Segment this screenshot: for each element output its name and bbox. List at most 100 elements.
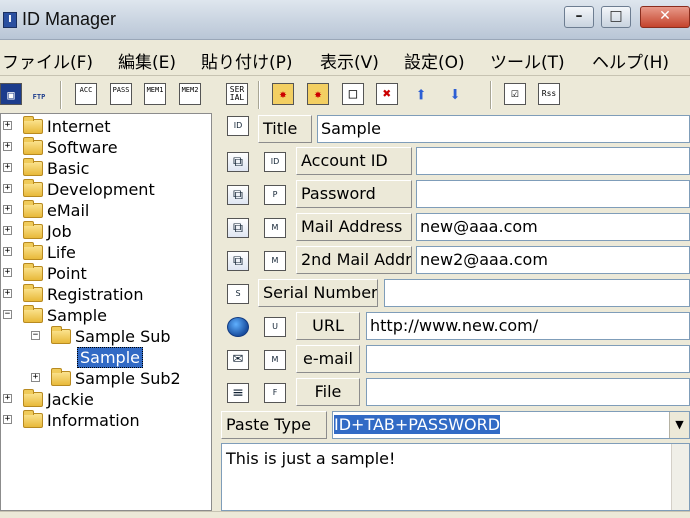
serial-icon[interactable]: SER IAL: [226, 83, 248, 105]
copy-password-icon[interactable]: ⧉: [227, 185, 249, 205]
title-label-button[interactable]: Title: [258, 115, 312, 143]
expand-icon[interactable]: +: [3, 121, 12, 130]
paste-type-select[interactable]: ID+TAB+PASSWORD ▼: [332, 411, 690, 439]
tree-item-sample-sub2[interactable]: + Sample Sub2: [31, 368, 211, 389]
menu-file[interactable]: ファイル(F): [2, 48, 93, 73]
memo-scrollbar[interactable]: [671, 444, 689, 510]
tree-item-point[interactable]: + Point: [3, 263, 211, 284]
expand-icon[interactable]: +: [3, 268, 12, 277]
menu-view[interactable]: 表示(V): [320, 48, 379, 73]
password-label-button[interactable]: Password: [296, 180, 412, 208]
folder-tree[interactable]: + Internet + Software + Basic + Developm…: [0, 113, 212, 511]
expand-icon[interactable]: +: [3, 184, 12, 193]
folder-icon: [23, 137, 43, 155]
tree-item-life[interactable]: + Life: [3, 242, 211, 263]
expand-icon[interactable]: +: [3, 142, 12, 151]
tree-item-basic[interactable]: + Basic: [3, 158, 211, 179]
tree-item-software[interactable]: + Software: [3, 137, 211, 158]
expand-icon[interactable]: +: [3, 394, 12, 403]
mail-icon[interactable]: ✉: [227, 350, 249, 370]
file-label-button[interactable]: File: [296, 378, 360, 406]
menu-paste[interactable]: 貼り付け(P): [201, 48, 293, 73]
copy-second-mail-icon[interactable]: ⧉: [227, 251, 249, 271]
tree-item-label: eMail: [47, 201, 90, 220]
account-id-input[interactable]: [416, 147, 690, 175]
new-folder-icon[interactable]: ✸: [272, 83, 294, 105]
tree-item-sample-sub[interactable]: − Sample Sub: [31, 326, 211, 347]
delete-icon[interactable]: ✖: [376, 83, 398, 105]
expand-icon[interactable]: +: [3, 415, 12, 424]
serial-number-label-button[interactable]: Serial Number: [258, 279, 378, 307]
password-input[interactable]: [416, 180, 690, 208]
url-input[interactable]: http://www.new.com/: [366, 312, 690, 340]
close-button[interactable]: ✕: [640, 6, 690, 28]
menu-tools[interactable]: ツール(T): [490, 48, 565, 73]
pass-icon[interactable]: PASS: [110, 83, 132, 105]
tree-item-registration[interactable]: + Registration: [3, 284, 211, 305]
expand-icon[interactable]: +: [3, 289, 12, 298]
second-mail-input[interactable]: new2@aaa.com: [416, 246, 690, 274]
move-up-icon[interactable]: ⬆: [410, 83, 432, 105]
move-down-icon[interactable]: ⬇: [444, 83, 466, 105]
expand-icon[interactable]: +: [3, 163, 12, 172]
account-id-label-button[interactable]: Account ID: [296, 147, 412, 175]
mail-address-input[interactable]: new@aaa.com: [416, 213, 690, 241]
email-field-icon: M: [264, 350, 286, 370]
tree-item-sample[interactable]: − Sample: [3, 305, 211, 326]
globe-icon[interactable]: [227, 317, 249, 337]
collapse-icon[interactable]: −: [31, 331, 40, 340]
tree-item-label: Life: [47, 243, 76, 262]
expand-icon[interactable]: +: [3, 226, 12, 235]
folder-icon: [23, 389, 43, 407]
mail-address-label-button[interactable]: Mail Address: [296, 213, 412, 241]
second-mail-label-button[interactable]: 2nd Mail Address: [296, 246, 412, 274]
title-bar: I ID Manager – □ ✕: [0, 0, 690, 40]
menu-help[interactable]: ヘルプ(H): [592, 48, 669, 73]
menu-edit[interactable]: 編集(E): [118, 48, 176, 73]
tree-item-email[interactable]: + eMail: [3, 200, 211, 221]
copy-mail-address-icon[interactable]: ⧉: [227, 218, 249, 238]
tree-item-jackie[interactable]: + Jackie: [3, 389, 211, 410]
tree-item-label: Job: [47, 222, 72, 241]
folder-icon: [23, 158, 43, 176]
collapse-icon[interactable]: −: [3, 310, 12, 319]
tree-item-label: Sample Sub2: [75, 369, 181, 388]
maximize-button[interactable]: □: [601, 6, 631, 28]
new-item-icon[interactable]: □: [342, 83, 364, 105]
tree-item-sample-leaf[interactable]: Sample: [77, 347, 211, 368]
chevron-down-icon[interactable]: ▼: [669, 412, 689, 438]
save-icon[interactable]: ▣: [0, 83, 22, 105]
mem1-icon[interactable]: MEM1: [144, 83, 166, 105]
serial-number-field-icon: S: [227, 284, 249, 304]
file-input[interactable]: [366, 378, 690, 406]
tree-item-internet[interactable]: + Internet: [3, 116, 211, 137]
menu-bar: ファイル(F) 編集(E) 貼り付け(P) 表示(V) 設定(O) ツール(T)…: [0, 40, 690, 76]
tree-item-job[interactable]: + Job: [3, 221, 211, 242]
rss-icon[interactable]: Rss: [538, 83, 560, 105]
expand-icon[interactable]: +: [3, 205, 12, 214]
mem2-icon[interactable]: MEM2: [179, 83, 201, 105]
tree-item-information[interactable]: + Information: [3, 410, 211, 431]
new-subfolder-icon[interactable]: ✸: [307, 83, 329, 105]
memo-textarea[interactable]: This is just a sample!: [221, 443, 690, 511]
minimize-button[interactable]: –: [564, 6, 594, 28]
email-input[interactable]: [366, 345, 690, 373]
url-label-button[interactable]: URL: [296, 312, 360, 340]
folder-icon: [23, 200, 43, 218]
copy-account-id-icon[interactable]: ⧉: [227, 152, 249, 172]
folder-icon: [51, 368, 71, 386]
title-field-icon: ID: [227, 116, 249, 136]
ftp-icon[interactable]: FTP: [28, 83, 50, 105]
title-input[interactable]: Sample: [317, 115, 690, 143]
expand-icon[interactable]: +: [31, 373, 40, 382]
url-field-icon: U: [264, 317, 286, 337]
menu-settings[interactable]: 設定(O): [404, 48, 465, 73]
acc-icon[interactable]: ACC: [75, 83, 97, 105]
checklist-icon[interactable]: ☑: [504, 83, 526, 105]
status-bar: [0, 511, 690, 518]
file-list-icon[interactable]: ≡: [227, 383, 249, 403]
serial-number-input[interactable]: [384, 279, 690, 307]
email-label-button[interactable]: e-mail: [296, 345, 360, 373]
expand-icon[interactable]: +: [3, 247, 12, 256]
tree-item-development[interactable]: + Development: [3, 179, 211, 200]
